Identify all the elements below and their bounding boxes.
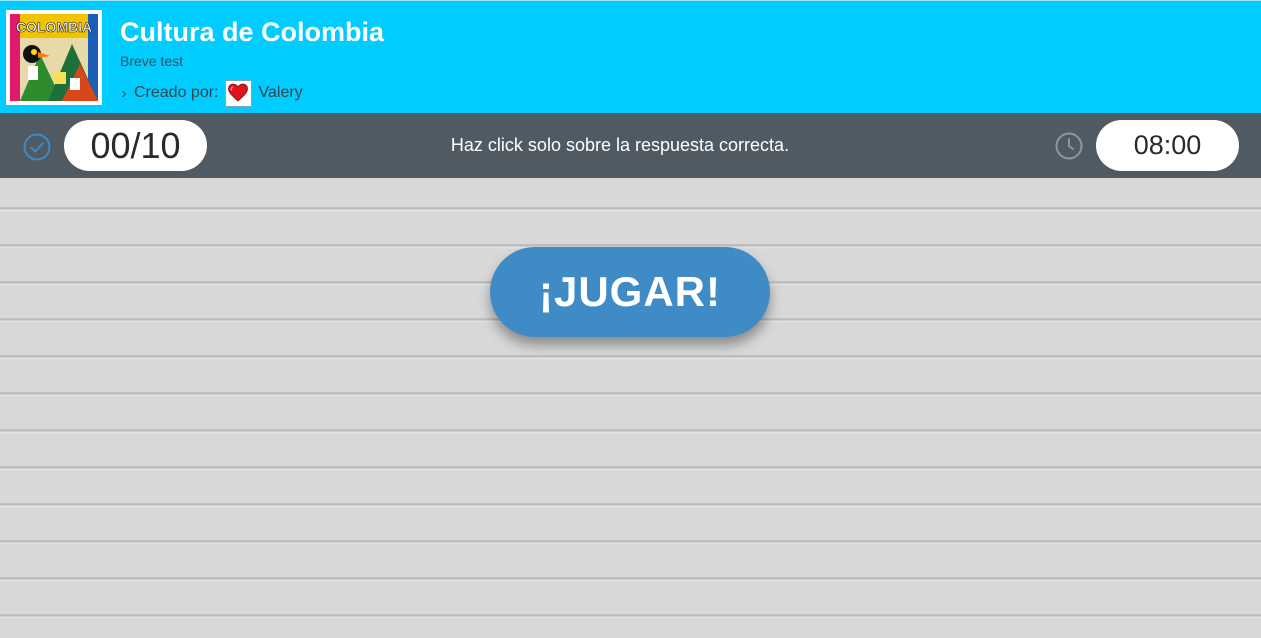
quiz-thumbnail: COLOMBIA	[6, 10, 102, 105]
game-area: ¡JUGAR!	[0, 178, 1261, 638]
heart-icon	[228, 83, 248, 102]
creator-row: › Creado por: Valery	[117, 79, 303, 107]
page-title: Cultura de Colombia	[120, 17, 385, 47]
header: COLOMBIA Cultura de Colombia Breve test …	[0, 0, 1261, 113]
colombia-poster-image: COLOMBIA	[10, 14, 98, 101]
score-counter: 00/10	[64, 120, 207, 171]
timer-display: 08:00	[1096, 120, 1239, 171]
chevron-right-icon: ›	[121, 84, 127, 102]
thumbnail-text: COLOMBIA	[16, 19, 92, 35]
clock-icon	[1055, 132, 1083, 160]
play-button[interactable]: ¡JUGAR!	[490, 247, 770, 337]
check-circle-icon	[23, 133, 51, 161]
game-toolbar: 00/10 Haz click solo sobre la respuesta …	[0, 113, 1261, 178]
creator-avatar[interactable]	[224, 79, 252, 107]
page-subtitle: Breve test	[120, 53, 184, 69]
creator-label: Creado por:	[134, 84, 219, 101]
creator-name[interactable]: Valery	[259, 84, 303, 102]
instructions-text: Haz click solo sobre la respuesta correc…	[450, 135, 790, 155]
